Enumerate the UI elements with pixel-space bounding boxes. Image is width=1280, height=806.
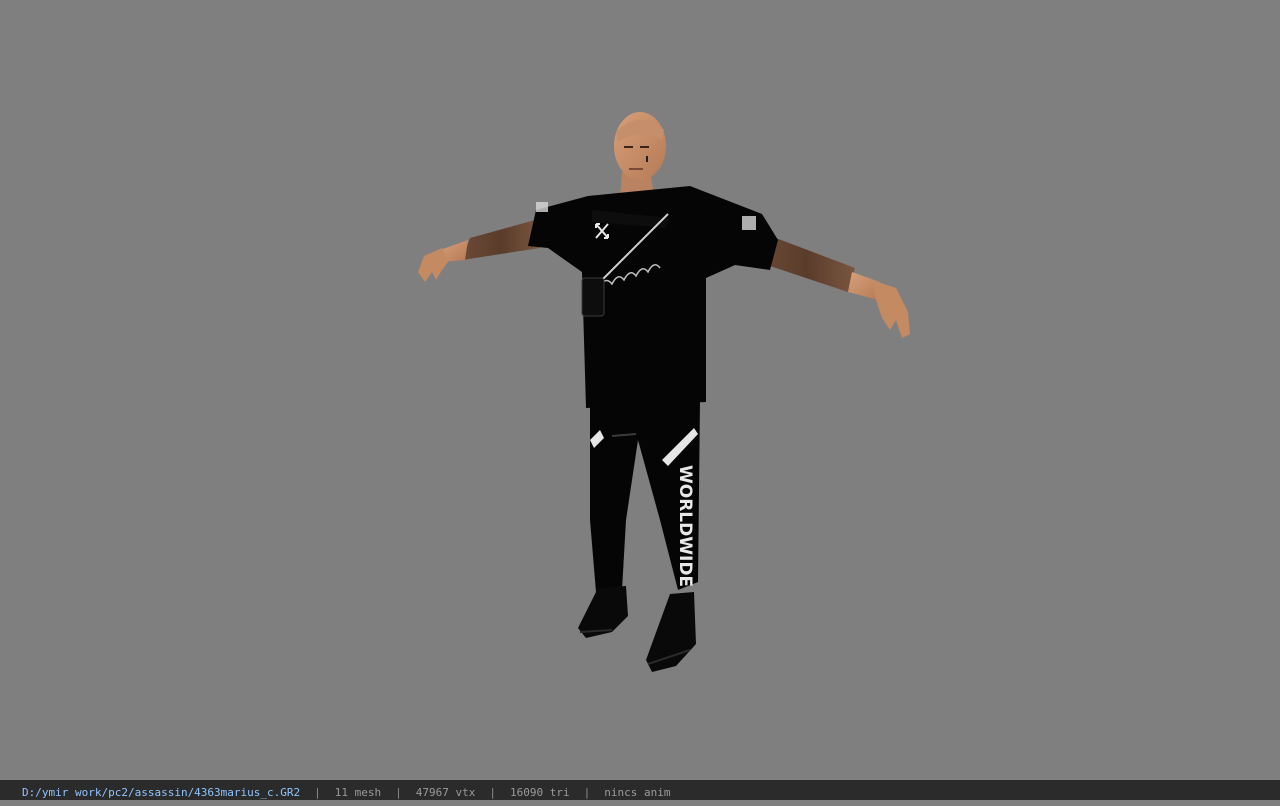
left-arm [418, 220, 540, 282]
status-separator: | [395, 786, 402, 799]
pants-print-text: WORLDWIDE [675, 465, 695, 587]
character-model: WORLDWIDE [418, 112, 910, 672]
shoes [578, 586, 696, 672]
status-mesh-count: 11 mesh [334, 786, 382, 799]
status-separator: | [583, 786, 591, 799]
status-file-path: D:/ymir work/pc2/assassin/4363marius_c.G… [22, 786, 301, 799]
tshirt [528, 186, 778, 408]
head [614, 112, 666, 180]
status-animation: nincs anim [604, 786, 671, 799]
status-bar: D:/ymir work/pc2/assassin/4363marius_c.G… [0, 780, 1280, 800]
3d-viewport[interactable]: WORLDWIDE [0, 0, 1280, 780]
status-triangle-count: 16090 tri [510, 786, 570, 799]
status-separator: | [489, 786, 496, 799]
right-arm [758, 232, 910, 338]
pants: WORLDWIDE [590, 400, 700, 592]
status-vertex-count: 47967 vtx [415, 786, 476, 799]
status-separator: | [314, 786, 321, 799]
